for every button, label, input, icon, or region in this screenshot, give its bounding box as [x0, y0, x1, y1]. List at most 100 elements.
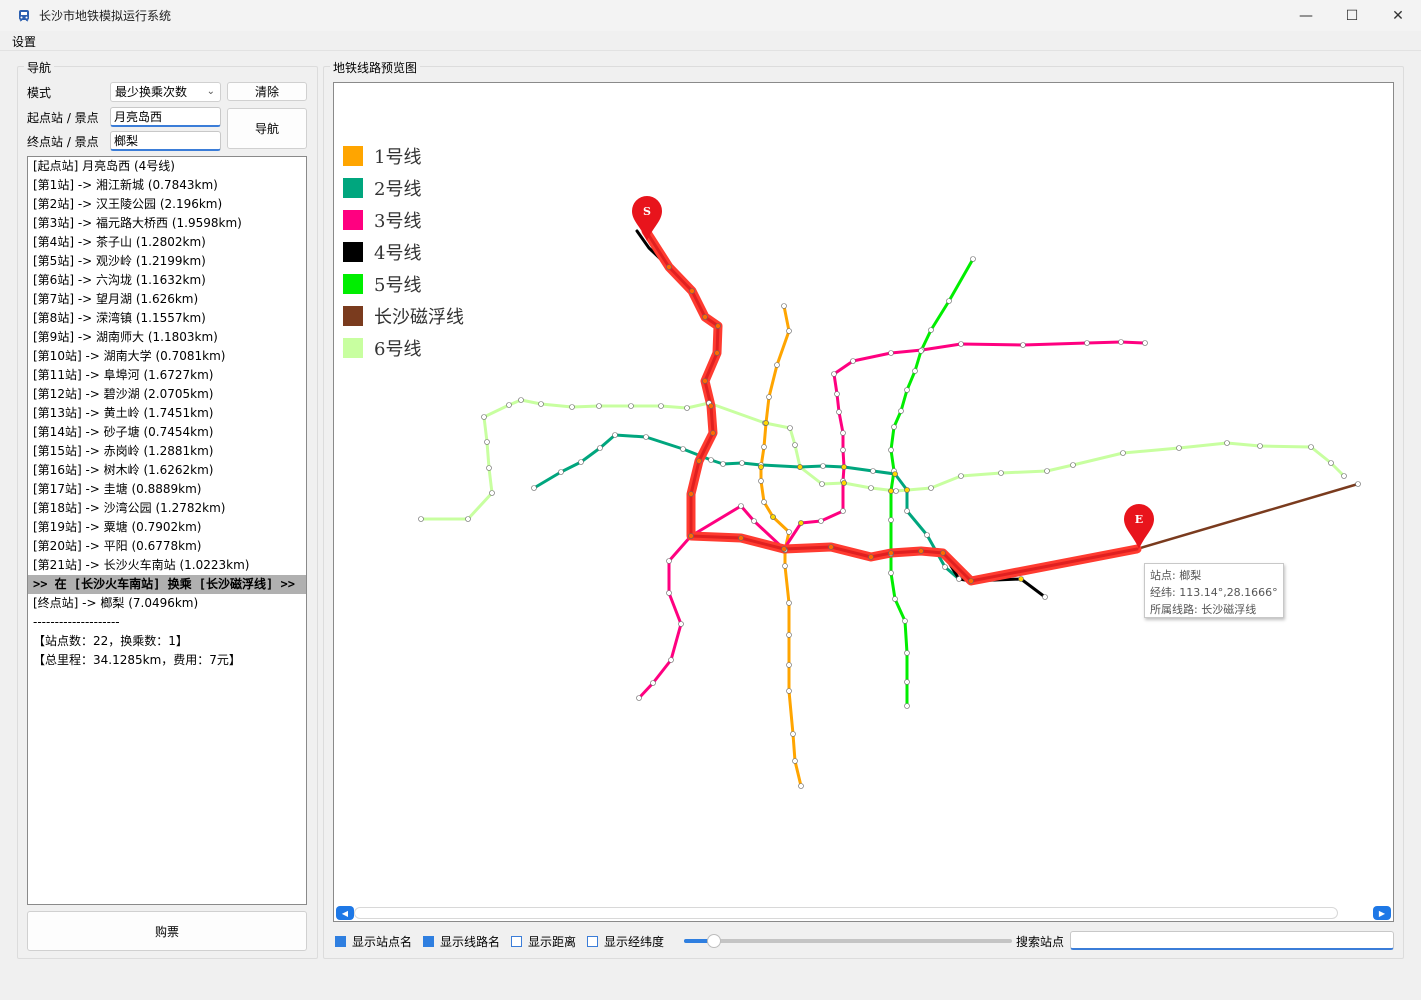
show-line-names-checkbox[interactable]: 显示线路名	[423, 933, 500, 950]
maximize-button[interactable]: ☐	[1329, 0, 1375, 31]
route-list-item[interactable]: [第7站] -> 望月湖 (1.626km)	[28, 290, 306, 309]
station-node[interactable]	[888, 570, 894, 576]
station-node[interactable]	[678, 621, 684, 627]
station-node[interactable]	[912, 368, 918, 374]
station-node[interactable]	[1042, 594, 1048, 600]
route-list-item[interactable]: [第19站] -> 粟塘 (0.7902km)	[28, 518, 306, 537]
station-node[interactable]	[531, 485, 537, 491]
route-list-item[interactable]: [第8站] -> 溁湾镇 (1.1557km)	[28, 309, 306, 328]
route-list-item[interactable]: --------------------	[28, 613, 306, 632]
station-node[interactable]	[1142, 340, 1148, 346]
station-node[interactable]	[684, 405, 690, 411]
station-node[interactable]	[850, 358, 856, 364]
station-node[interactable]	[970, 256, 976, 262]
station-node[interactable]	[888, 350, 894, 356]
zoom-slider-handle[interactable]	[706, 934, 721, 948]
station-node[interactable]	[1224, 440, 1230, 446]
station-node[interactable]	[904, 703, 910, 709]
map-horizontal-scrollbar[interactable]: ◀ ▶	[334, 905, 1393, 921]
route-list-item[interactable]: [第6站] -> 六沟垅 (1.1632km)	[28, 271, 306, 290]
station-node[interactable]	[484, 439, 490, 445]
station-node[interactable]	[781, 303, 787, 309]
route-list-item[interactable]: [第20站] -> 平阳 (0.6778km)	[28, 537, 306, 556]
station-node[interactable]	[820, 463, 826, 469]
transfer-station-node[interactable]	[763, 420, 769, 426]
close-button[interactable]: ✕	[1375, 0, 1421, 31]
station-node[interactable]	[834, 391, 840, 397]
station-node[interactable]	[558, 469, 564, 475]
route-station-node[interactable]	[714, 350, 720, 356]
station-node[interactable]	[928, 327, 934, 333]
route-list[interactable]: [起点站] 月亮岛西 (4号线) [第1站] -> 湘江新城 (0.7843km)…	[27, 156, 307, 905]
station-node[interactable]	[792, 758, 798, 764]
station-node[interactable]	[1308, 444, 1314, 450]
route-station-node[interactable]	[715, 323, 721, 329]
station-node[interactable]	[786, 688, 792, 694]
station-node[interactable]	[1120, 450, 1126, 456]
route-list-item[interactable]: [第15站] -> 赤岗岭 (1.2881km)	[28, 442, 306, 461]
scroll-left-icon[interactable]: ◀	[336, 906, 354, 920]
station-node[interactable]	[918, 348, 924, 354]
end-input[interactable]	[110, 131, 221, 151]
checkbox-box[interactable]	[423, 936, 434, 947]
station-node[interactable]	[786, 600, 792, 606]
station-node[interactable]	[761, 444, 767, 450]
station-node[interactable]	[643, 434, 649, 440]
menu-settings[interactable]: 设置	[12, 33, 36, 50]
station-node[interactable]	[751, 518, 757, 524]
station-node[interactable]	[1355, 481, 1361, 487]
station-node[interactable]	[786, 328, 792, 334]
station-node[interactable]	[774, 362, 780, 368]
station-node[interactable]	[898, 408, 904, 414]
station-node[interactable]	[708, 457, 714, 463]
station-node[interactable]	[792, 442, 798, 448]
station-node[interactable]	[798, 783, 804, 789]
station-node[interactable]	[904, 650, 910, 656]
station-node[interactable]	[942, 564, 948, 570]
station-node[interactable]	[578, 459, 584, 465]
search-station-input[interactable]	[1070, 931, 1394, 950]
route-list-item[interactable]: [终点站] -> 榔梨 (7.0496km)	[28, 594, 306, 613]
route-list-item[interactable]: [第13站] -> 黄土岭 (1.7451km)	[28, 404, 306, 423]
station-node[interactable]	[786, 662, 792, 668]
station-node[interactable]	[596, 403, 602, 409]
station-node[interactable]	[892, 596, 898, 602]
station-node[interactable]	[782, 563, 788, 569]
station-node[interactable]	[786, 632, 792, 638]
route-list-item[interactable]: [第18站] -> 沙湾公园 (1.2782km)	[28, 499, 306, 518]
station-node[interactable]	[1328, 460, 1334, 466]
scrollbar-thumb[interactable]	[354, 907, 1338, 919]
station-node[interactable]	[766, 394, 772, 400]
route-station-node[interactable]	[688, 491, 694, 497]
transfer-station-node[interactable]	[904, 487, 910, 493]
station-node[interactable]	[790, 731, 796, 737]
station-node[interactable]	[465, 516, 471, 522]
station-node[interactable]	[612, 432, 618, 438]
checkbox-box[interactable]	[587, 936, 598, 947]
route-station-node[interactable]	[738, 535, 744, 541]
station-node[interactable]	[998, 470, 1004, 476]
station-node[interactable]	[891, 424, 897, 430]
transfer-station-node[interactable]	[841, 480, 847, 486]
station-node[interactable]	[1084, 340, 1090, 346]
station-node[interactable]	[666, 590, 672, 596]
scroll-right-icon[interactable]: ▶	[1373, 906, 1391, 920]
zoom-slider[interactable]	[684, 934, 1012, 948]
route-list-item[interactable]: [第14站] -> 砂子塘 (0.7454km)	[28, 423, 306, 442]
show-station-names-checkbox[interactable]: 显示站点名	[335, 933, 412, 950]
station-node[interactable]	[888, 447, 894, 453]
start-input[interactable]	[110, 107, 221, 127]
route-station-node[interactable]	[781, 546, 787, 552]
route-station-node[interactable]	[666, 264, 672, 270]
route-list-item[interactable]: [第10站] -> 湖南大学 (0.7081km)	[28, 347, 306, 366]
station-node[interactable]	[1020, 342, 1026, 348]
station-node[interactable]	[893, 488, 899, 494]
transfer-station-node[interactable]	[892, 471, 898, 477]
route-list-item[interactable]: [第21站] -> 长沙火车南站 (1.0223km)	[28, 556, 306, 575]
station-node[interactable]	[840, 447, 846, 453]
station-node[interactable]	[787, 425, 793, 431]
station-node[interactable]	[636, 695, 642, 701]
station-node[interactable]	[1044, 468, 1050, 474]
station-node[interactable]	[840, 430, 846, 436]
station-node[interactable]	[481, 414, 487, 420]
